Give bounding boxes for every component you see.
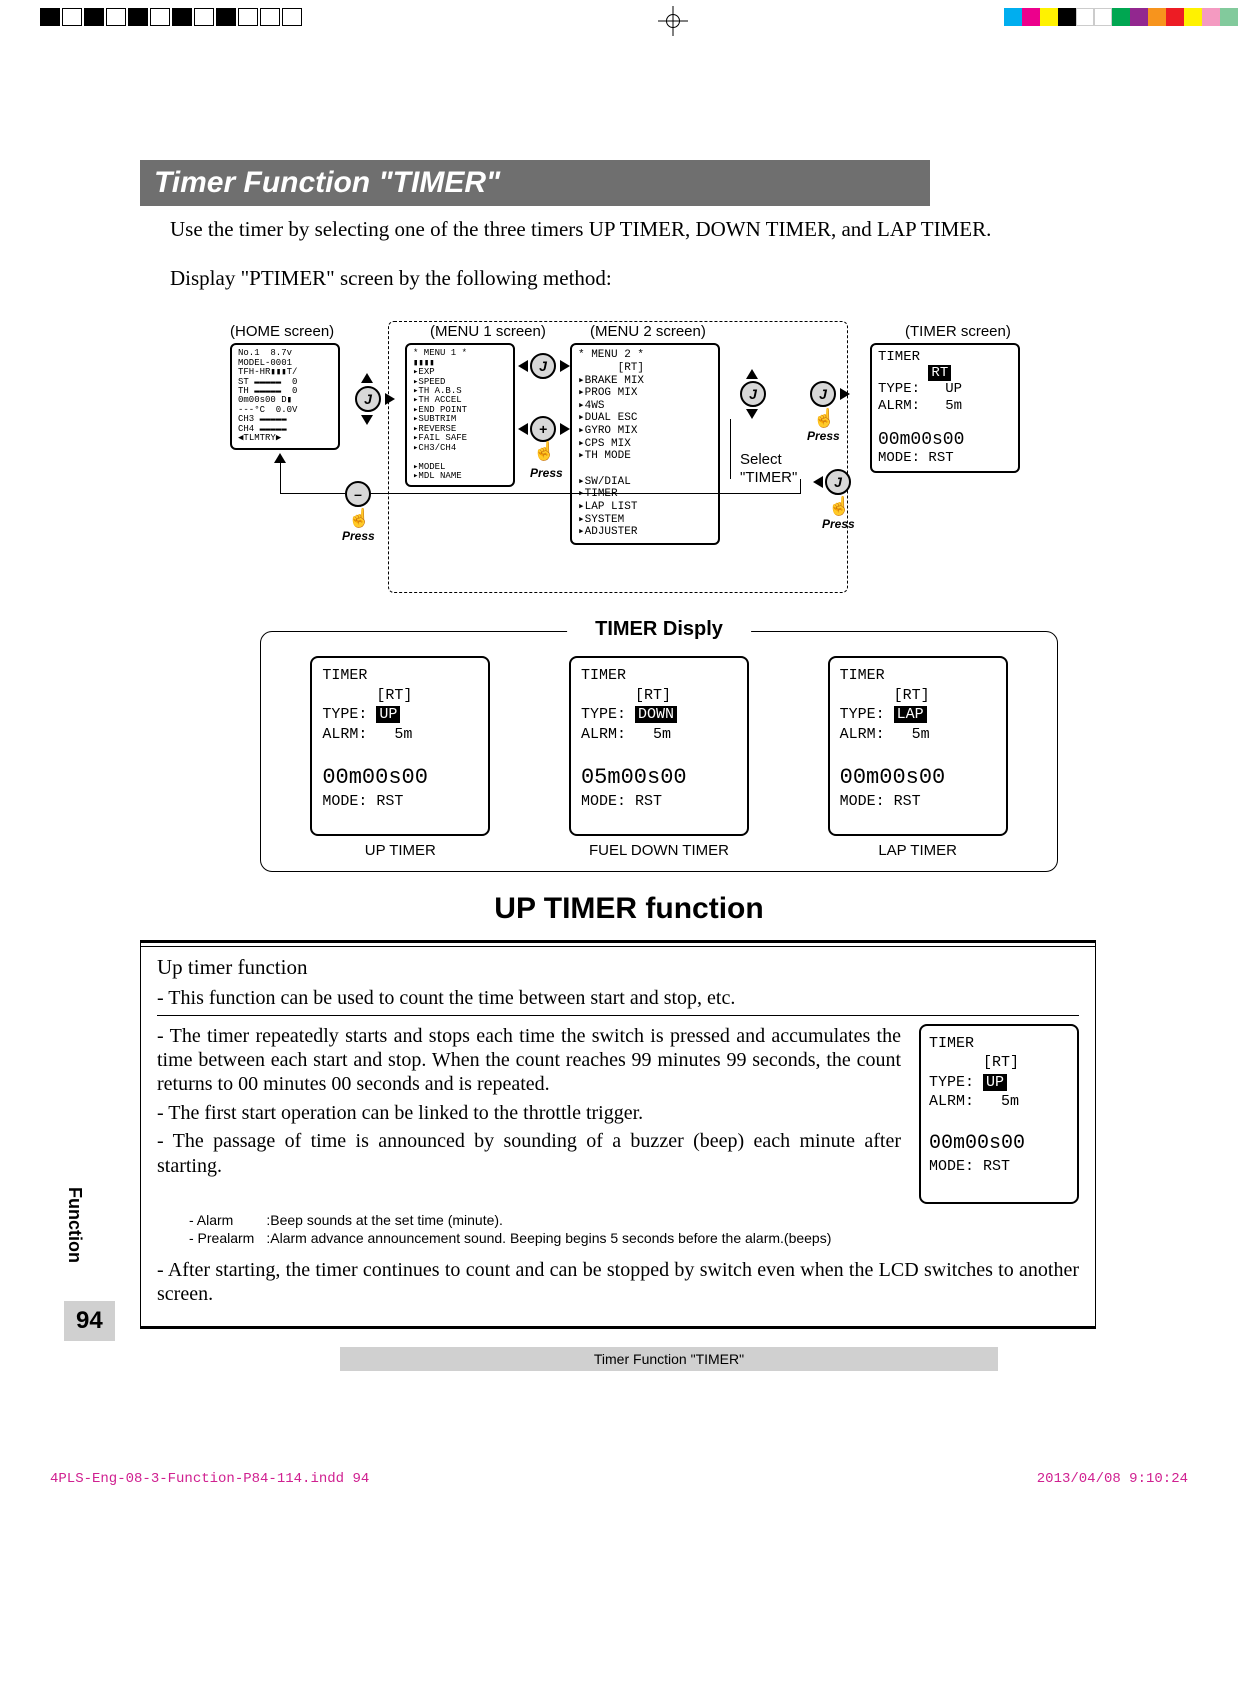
- timer-display-panel: TIMER Disply TIMER [RT] TYPE: UP ALRM: 5…: [260, 631, 1058, 872]
- lcd-up-timer: TIMER [RT] TYPE: UP ALRM: 5m 00m00s00 MO…: [310, 656, 490, 836]
- divider: [157, 1015, 1079, 1016]
- lcd-menu2: * MENU 2 * [RT] ▸BRAKE MIX ▸PROG MIX ▸4W…: [570, 343, 720, 545]
- alarm-notes: - Alarm:Beep sounds at the set time (min…: [187, 1210, 833, 1248]
- timer-col-down: TIMER [RT] TYPE: DOWN ALRM: 5m 05m00s00 …: [569, 656, 749, 859]
- select-label: Select: [740, 451, 782, 468]
- hand-pointer-icon: ☝: [533, 441, 555, 462]
- up-timer-p3: - The first start operation can be linke…: [157, 1101, 901, 1125]
- timer-display-title: TIMER Disply: [567, 618, 751, 641]
- intro-paragraph-2: Display "PTIMER" screen by the following…: [170, 266, 1108, 291]
- lcd-timer: TIMER RT TYPE: UP ALRM: 5m 00m00s00 MODE…: [870, 343, 1020, 472]
- press-label: Press: [822, 517, 855, 531]
- arrow-down-icon: [746, 409, 758, 419]
- lcd-lap-timer: TIMER [RT] TYPE: LAP ALRM: 5m 00m00s00 M…: [828, 656, 1008, 836]
- jog-button[interactable]: J: [355, 386, 381, 412]
- arrow-right-icon: [840, 388, 850, 400]
- connector-line: [800, 479, 801, 494]
- hand-pointer-icon: ☝: [813, 408, 835, 429]
- arrow-right-icon: [560, 423, 570, 435]
- up-timer-p1: - This function can be used to count the…: [157, 986, 1079, 1010]
- connector-line: [730, 419, 731, 479]
- lcd-side-up-timer: TIMER [RT] TYPE: UP ALRM: 5m 00m00s00 MO…: [919, 1024, 1079, 1204]
- intro-paragraph-1: Use the timer by selecting one of the th…: [170, 216, 1108, 242]
- caption-lap-timer: LAP TIMER: [828, 842, 1008, 859]
- up-timer-function-box: Up timer function - This function can be…: [140, 940, 1096, 1329]
- up-timer-p4: - The passage of time is announced by so…: [157, 1129, 901, 1178]
- arrow-right-icon: [385, 393, 395, 405]
- up-timer-p2: - The timer repeatedly starts and stops …: [157, 1024, 901, 1097]
- connector-line: [280, 461, 281, 494]
- timer-col-up: TIMER [RT] TYPE: UP ALRM: 5m 00m00s00 MO…: [310, 656, 490, 859]
- print-file-path: 4PLS-Eng-08-3-Function-P84-114.indd 94: [50, 1471, 369, 1487]
- caption-down-timer: FUEL DOWN TIMER: [569, 842, 749, 859]
- arrow-left-icon: [518, 360, 528, 372]
- caption-up-timer: UP TIMER: [310, 842, 490, 859]
- navigation-flow-diagram: (HOME screen) (MENU 1 screen) (MENU 2 sc…: [170, 311, 1118, 621]
- label-menu1-screen: (MENU 1 screen): [430, 323, 546, 340]
- press-label: Press: [530, 466, 563, 480]
- function-box-title: Up timer function: [157, 955, 1079, 980]
- print-timestamp: 2013/04/08 9:10:24: [1037, 1471, 1188, 1487]
- label-home-screen: (HOME screen): [230, 323, 334, 340]
- label-menu2-screen: (MENU 2 screen): [590, 323, 706, 340]
- arrow-left-icon: [813, 476, 823, 488]
- hand-pointer-icon: ☝: [348, 508, 370, 529]
- press-label: Press: [807, 429, 840, 443]
- press-label: Press: [342, 529, 375, 543]
- lcd-down-timer: TIMER [RT] TYPE: DOWN ALRM: 5m 05m00s00 …: [569, 656, 749, 836]
- section-title-bar: Timer Function "TIMER": [140, 160, 930, 206]
- label-timer-screen: (TIMER screen): [905, 323, 1011, 340]
- minus-button[interactable]: –: [345, 481, 371, 507]
- print-footer: 4PLS-Eng-08-3-Function-P84-114.indd 94 2…: [0, 1431, 1238, 1507]
- side-tab-function: Function: [64, 1187, 85, 1263]
- lcd-home: No.1 8.7v MODEL-0001 TFH-HR▮▮▮T/ ST ▬▬▬▬…: [230, 343, 340, 449]
- select-target-label: "TIMER": [740, 469, 797, 486]
- arrow-up-icon: [274, 453, 286, 463]
- hand-pointer-icon: ☝: [828, 496, 850, 517]
- connector-line: [370, 493, 800, 494]
- connector-line: [280, 493, 345, 494]
- footer-title-bar: Timer Function "TIMER": [340, 1347, 998, 1371]
- up-timer-heading: UP TIMER function: [140, 892, 1118, 926]
- page-number: 94: [64, 1301, 115, 1341]
- timer-col-lap: TIMER [RT] TYPE: LAP ALRM: 5m 00m00s00 M…: [828, 656, 1008, 859]
- arrow-right-icon: [560, 360, 570, 372]
- arrow-down-icon: [361, 415, 373, 425]
- arrow-up-icon: [746, 369, 758, 379]
- arrow-left-icon: [518, 423, 528, 435]
- up-timer-p5: - After starting, the timer continues to…: [157, 1258, 1079, 1307]
- arrow-up-icon: [361, 373, 373, 383]
- lcd-menu1: * MENU 1 * ▮▮▮▮ ▸EXP ▸SPEED ▸TH A.B.S ▸T…: [405, 343, 515, 487]
